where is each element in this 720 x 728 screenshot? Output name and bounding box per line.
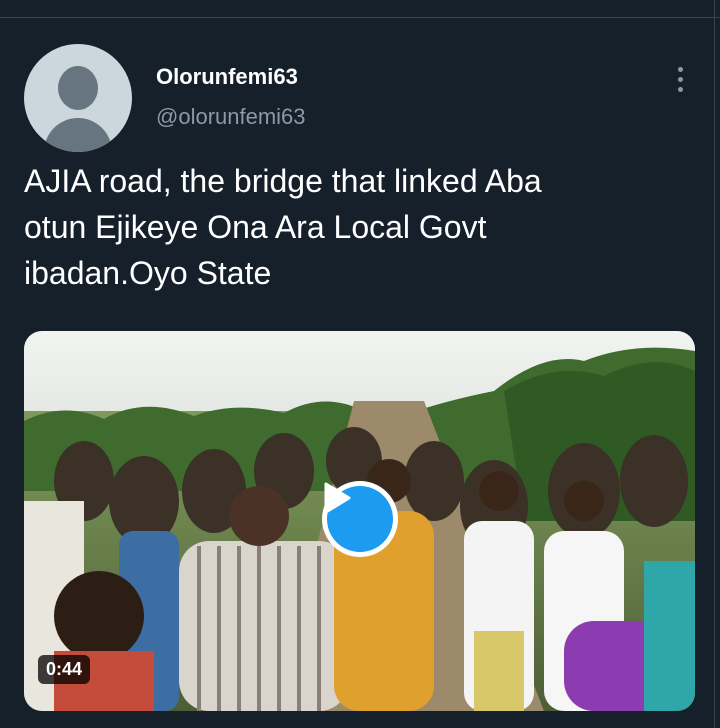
tweet-text: AJIA road, the bridge that linked Aba ot…	[24, 158, 684, 296]
default-avatar-shoulders	[44, 118, 112, 152]
avatar[interactable]	[24, 44, 132, 152]
tweet[interactable]: Olorunfemi63 @olorunfemi63 AJIA road, th…	[0, 18, 714, 728]
display-name[interactable]: Olorunfemi63	[156, 64, 298, 90]
more-options-button[interactable]	[664, 62, 696, 96]
video-player[interactable]: 0:44	[24, 331, 695, 711]
default-avatar-icon	[58, 66, 98, 110]
tweet-text-line: ibadan.Oyo State	[24, 255, 272, 291]
more-vertical-icon	[677, 76, 683, 82]
column-border	[714, 0, 715, 728]
user-handle[interactable]: @olorunfemi63	[156, 104, 306, 130]
play-icon	[324, 482, 393, 552]
play-button[interactable]	[322, 481, 398, 557]
tweet-text-line: otun Ejikeye Ona Ara Local Govt	[24, 209, 487, 245]
tweet-text-line: AJIA road, the bridge that linked Aba	[24, 163, 542, 199]
video-duration-badge: 0:44	[38, 655, 91, 684]
more-vertical-icon	[677, 86, 683, 92]
more-vertical-icon	[677, 66, 683, 72]
